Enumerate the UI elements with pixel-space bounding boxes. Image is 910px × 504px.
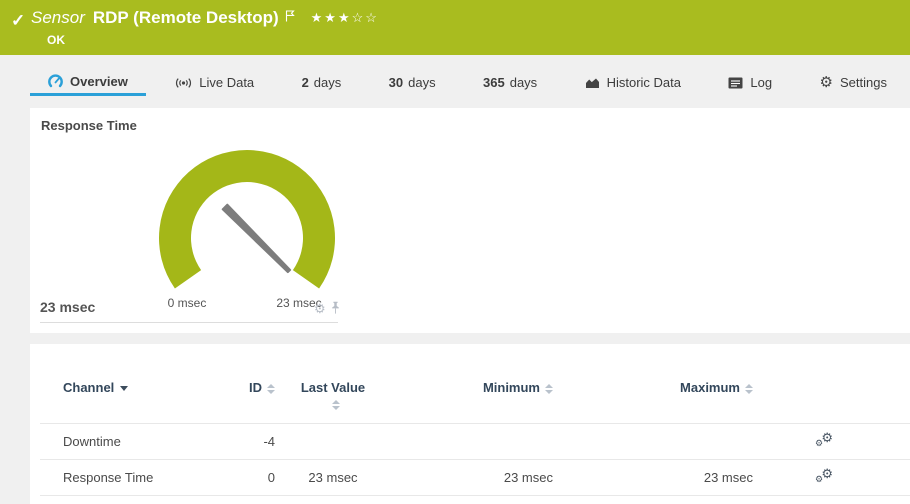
response-time-panel: Response Time 0 msec 23 msec 23 msec ⚙ xyxy=(30,108,910,333)
rating-stars[interactable]: ★★★☆☆ xyxy=(311,10,379,26)
pin-icon[interactable] xyxy=(330,301,341,315)
channel-maximum: 23 msec xyxy=(583,470,783,485)
col-header-minimum[interactable]: Minimum xyxy=(383,380,583,396)
table-row-downtime: Downtime -4 ⚙⚙ xyxy=(40,424,910,460)
table-header-row: Channel ID Last Value Minimum Maximum xyxy=(40,370,910,424)
sensor-title: RDP (Remote Desktop) xyxy=(93,8,279,28)
channel-minimum: 23 msec xyxy=(383,470,583,485)
sort-active-icon xyxy=(120,386,128,391)
sort-icon xyxy=(267,384,275,394)
tab-bar: Overview Live Data 2 days 30 days 365 da… xyxy=(30,55,905,100)
tab-30-days[interactable]: 30 days xyxy=(371,69,454,96)
col-header-id[interactable]: ID xyxy=(238,380,283,396)
channel-settings-icon[interactable]: ⚙⚙ xyxy=(815,432,833,448)
tab-settings[interactable]: ⚙ Settings xyxy=(802,69,905,96)
gauge-current-value: 23 msec xyxy=(40,299,95,315)
flag-icon[interactable] xyxy=(285,9,295,27)
gear-icon: ⚙ xyxy=(820,75,833,90)
sort-icon xyxy=(745,384,753,394)
channels-table-panel: Channel ID Last Value Minimum Maximum Do… xyxy=(30,344,910,504)
channel-name[interactable]: Downtime xyxy=(63,434,238,449)
channel-id: -4 xyxy=(238,434,283,449)
sort-icon xyxy=(332,400,340,410)
response-time-gauge xyxy=(147,140,347,310)
tab-2-days[interactable]: 2 days xyxy=(284,69,360,96)
gauge-title: Response Time xyxy=(41,118,137,133)
area-chart-icon xyxy=(585,76,600,89)
tab-log[interactable]: Log xyxy=(710,69,790,96)
sensor-status-header: ✓ Sensor RDP (Remote Desktop) ★★★☆☆ OK xyxy=(0,0,910,55)
tab-historic-data[interactable]: Historic Data xyxy=(567,69,699,96)
col-header-channel[interactable]: Channel xyxy=(63,380,238,396)
status-badge: OK xyxy=(47,33,65,47)
log-list-icon xyxy=(728,77,743,89)
gauge-needle xyxy=(223,205,290,272)
tab-365-days[interactable]: 365 days xyxy=(465,69,555,96)
divider xyxy=(40,322,338,323)
ok-check-icon: ✓ xyxy=(11,11,25,31)
channel-name[interactable]: Response Time xyxy=(63,470,238,485)
tab-live-data[interactable]: Live Data xyxy=(157,69,272,96)
object-kind-label: Sensor xyxy=(31,8,85,28)
col-header-last-value[interactable]: Last Value xyxy=(283,380,383,412)
channel-id: 0 xyxy=(238,470,283,485)
sort-icon xyxy=(545,384,553,394)
gauge-icon xyxy=(48,74,63,89)
broadcast-icon xyxy=(175,76,192,90)
table-row-response-time: Response Time 0 23 msec 23 msec 23 msec … xyxy=(40,460,910,496)
widget-settings-gear-icon[interactable]: ⚙ xyxy=(314,302,326,315)
channel-last-value: 23 msec xyxy=(283,470,383,485)
col-header-maximum[interactable]: Maximum xyxy=(583,380,783,396)
tab-overview[interactable]: Overview xyxy=(30,69,146,96)
channel-settings-icon[interactable]: ⚙⚙ xyxy=(815,468,833,484)
gauge-min-label: 0 msec xyxy=(161,296,213,310)
